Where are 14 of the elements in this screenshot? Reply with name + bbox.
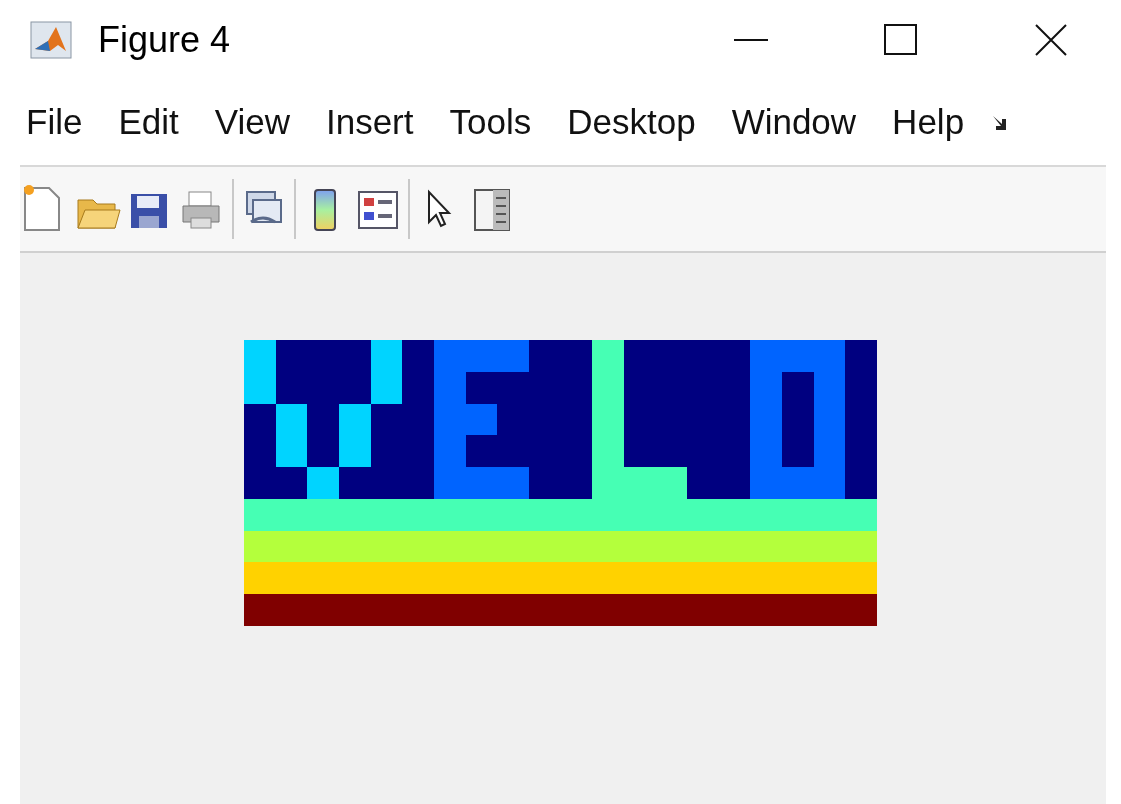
menu-item[interactable]: Window bbox=[731, 96, 857, 149]
menu-item[interactable]: Edit bbox=[118, 96, 179, 149]
menu-item[interactable]: File bbox=[26, 96, 83, 149]
app-logo-icon bbox=[30, 21, 72, 59]
menu-item[interactable]: Insert bbox=[325, 96, 414, 149]
window-title: Figure 4 bbox=[98, 18, 231, 62]
menu-item[interactable]: Help bbox=[892, 96, 965, 149]
maximize-icon bbox=[884, 24, 918, 56]
menu-item[interactable]: Tools bbox=[449, 96, 532, 149]
menu-item[interactable]: Desktop bbox=[567, 96, 696, 149]
menu-item[interactable]: View bbox=[214, 96, 290, 149]
arrow-icon bbox=[992, 113, 1009, 132]
close-icon bbox=[1034, 23, 1068, 57]
minimize-icon bbox=[734, 38, 768, 42]
